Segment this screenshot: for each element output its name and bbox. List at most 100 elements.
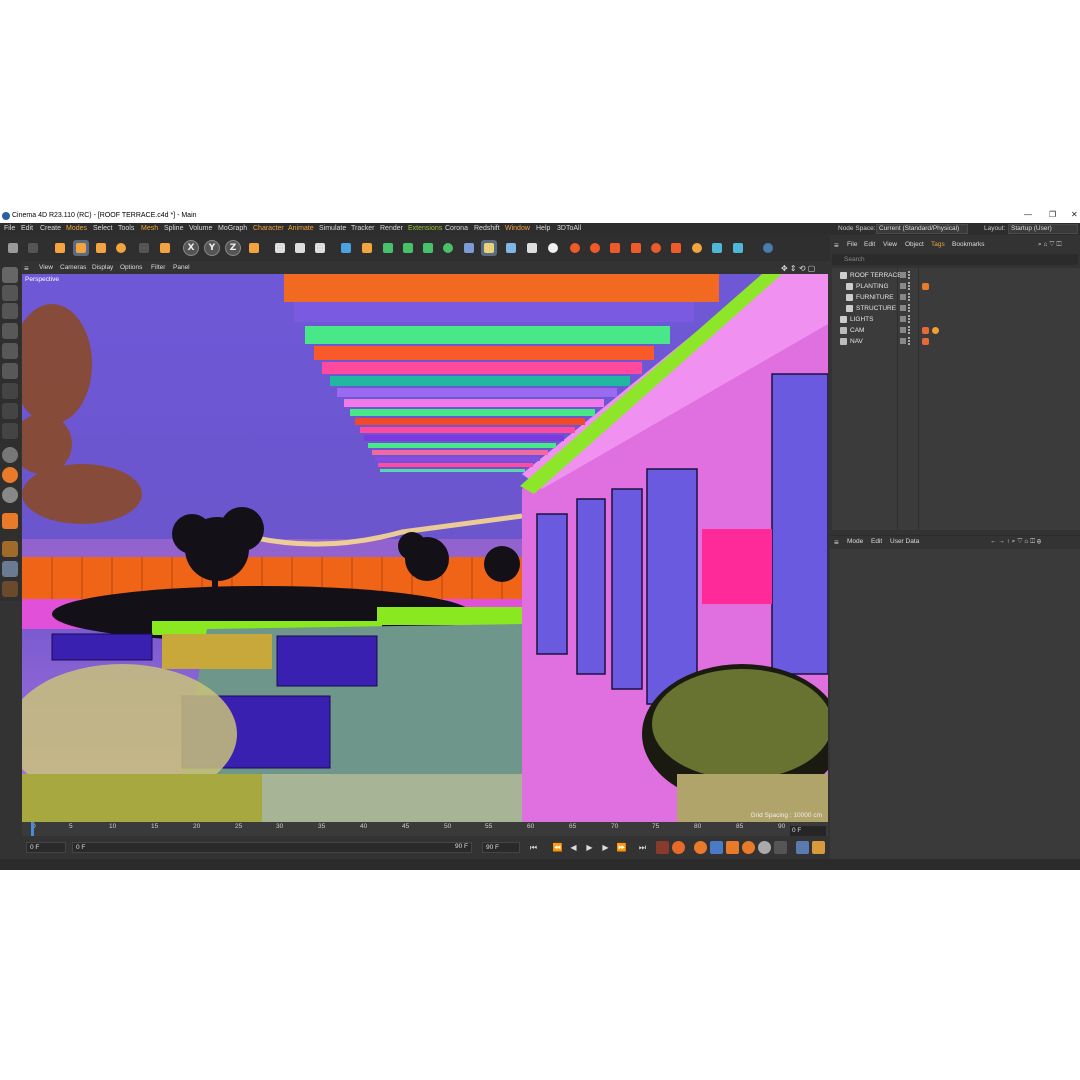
om-menu-edit[interactable]: Edit: [864, 241, 875, 248]
minimize-icon[interactable]: —: [1024, 210, 1032, 219]
render-picture-viewer-icon[interactable]: [292, 240, 308, 256]
corona-light-icon[interactable]: [648, 240, 664, 256]
axis-mode-icon[interactable]: [2, 403, 18, 419]
visibility-icon[interactable]: [900, 272, 906, 278]
timeline-window-icon[interactable]: [796, 841, 809, 854]
render-dots-icon[interactable]: [908, 326, 911, 334]
maximize-icon[interactable]: ❐: [1049, 210, 1056, 219]
object-row-lights[interactable]: LIGHTS: [832, 314, 1080, 325]
menu-tracker[interactable]: Tracker: [351, 225, 374, 232]
om-menu-object[interactable]: Object: [905, 241, 924, 248]
lock-workplane-icon[interactable]: [2, 513, 18, 529]
uv-mode-icon[interactable]: [2, 383, 18, 399]
menu-window[interactable]: Window: [505, 225, 530, 232]
floor-object-icon[interactable]: [481, 240, 497, 256]
attribute-manager-menu-icon[interactable]: ≡: [834, 538, 839, 547]
current-frame-field[interactable]: 0 F: [790, 826, 826, 836]
position-key-icon[interactable]: [710, 841, 723, 854]
render-settings-icon[interactable]: [312, 240, 328, 256]
points-mode-icon[interactable]: [2, 323, 18, 339]
corona-ipr-icon[interactable]: [587, 240, 603, 256]
render-dots-icon[interactable]: [908, 315, 911, 323]
viewport-navigation-icons[interactable]: ✥ ⇕ ⟲ ▢: [781, 264, 815, 273]
close-icon[interactable]: ✕: [1071, 210, 1078, 219]
render-dots-icon[interactable]: [908, 293, 911, 301]
render-dots-icon[interactable]: [908, 337, 911, 345]
record-keys-icon[interactable]: [656, 841, 669, 854]
object-row-furniture[interactable]: FURNITURE: [832, 292, 1080, 303]
attr-nav-icons[interactable]: ← → ↑ ⌕ ▽ ⌂ ◫ ⊕: [990, 538, 1041, 546]
menu-character[interactable]: Character: [253, 225, 284, 232]
menu-animate[interactable]: Animate: [288, 225, 314, 232]
object-row-nav[interactable]: NAV: [832, 336, 1080, 347]
go-to-start-icon[interactable]: ⏮: [528, 842, 539, 853]
snap-icon[interactable]: [2, 447, 18, 463]
move-tool-icon[interactable]: [73, 240, 89, 256]
selection-tool-icon[interactable]: [52, 240, 68, 256]
snap-settings-icon[interactable]: [2, 467, 18, 483]
last-tool-icon[interactable]: [136, 240, 152, 256]
mograph-icon[interactable]: [440, 240, 456, 256]
menu-edit[interactable]: Edit: [21, 225, 33, 232]
menu-volume[interactable]: Volume: [189, 225, 212, 232]
menu-render[interactable]: Render: [380, 225, 403, 232]
menu-corona[interactable]: Corona: [445, 225, 468, 232]
extra-tools-icon[interactable]: [2, 581, 18, 597]
visibility-icon[interactable]: [900, 294, 906, 300]
scale-key-icon[interactable]: [726, 841, 739, 854]
render-view-icon[interactable]: [272, 240, 288, 256]
layout-dropdown[interactable]: Startup (User): [1008, 224, 1078, 234]
menu-file[interactable]: File: [4, 225, 15, 232]
menu-modes[interactable]: Modes: [66, 225, 87, 232]
attr-menu-edit[interactable]: Edit: [871, 538, 882, 545]
corona-camera-icon[interactable]: [628, 240, 644, 256]
camera-tag-icon[interactable]: [922, 327, 929, 334]
y-axis-lock-icon[interactable]: Y: [204, 240, 220, 256]
om-search-icon[interactable]: ⌕ ⌂ ▽ ◫: [1038, 241, 1061, 249]
viewport-menu-icon[interactable]: ≡: [24, 264, 29, 273]
edges-mode-icon[interactable]: [2, 343, 18, 359]
polygons-mode-icon[interactable]: [2, 363, 18, 379]
menu-mesh[interactable]: Mesh: [141, 225, 158, 232]
autokeying-icon[interactable]: [672, 841, 685, 854]
node-space-dropdown[interactable]: Current (Standard/Physical): [876, 224, 968, 234]
point-level-key-icon[interactable]: [774, 841, 787, 854]
timeline-ruler[interactable]: 0 5 10 15 20 25 30 35 40 45 50 55 60 65 …: [22, 822, 828, 836]
om-menu-view[interactable]: View: [883, 241, 897, 248]
preview-range-slider[interactable]: 0 F: [72, 842, 472, 853]
menu-simulate[interactable]: Simulate: [319, 225, 346, 232]
object-row-planting[interactable]: PLANTING: [832, 281, 1080, 292]
menu-3dtoall[interactable]: 3DToAll: [557, 225, 581, 232]
previous-frame-icon[interactable]: ◀: [568, 842, 579, 853]
menu-redshift[interactable]: Redshift: [474, 225, 500, 232]
solo-icon[interactable]: [2, 487, 18, 503]
redo-icon[interactable]: [25, 240, 41, 256]
camera-tag-icon[interactable]: [922, 338, 929, 345]
x-axis-lock-icon[interactable]: X: [183, 240, 199, 256]
attr-menu-mode[interactable]: Mode: [847, 538, 863, 545]
om-menu-file[interactable]: File: [847, 241, 857, 248]
playhead[interactable]: [31, 822, 34, 836]
viewport-menu-cameras[interactable]: Cameras: [60, 264, 86, 271]
object-manager-menu-icon[interactable]: ≡: [834, 241, 839, 250]
attr-menu-user-data[interactable]: User Data: [890, 538, 919, 545]
next-frame-icon[interactable]: ▶: [600, 842, 611, 853]
array-icon[interactable]: [400, 240, 416, 256]
visibility-icon[interactable]: [900, 283, 906, 289]
render-dots-icon[interactable]: [908, 304, 911, 312]
tweak-mode-icon[interactable]: [2, 423, 18, 439]
perspective-viewport[interactable]: Perspective Grid Spacing : 10000 cm: [22, 274, 828, 822]
viewport-menu-display[interactable]: Display: [92, 264, 113, 271]
corona-render-icon[interactable]: [567, 240, 583, 256]
quantize-icon[interactable]: [2, 561, 18, 577]
material-tag-icon[interactable]: [922, 283, 929, 290]
subdivision-icon[interactable]: [380, 240, 396, 256]
cloner-icon[interactable]: [420, 240, 436, 256]
corona-sun-icon[interactable]: [689, 240, 705, 256]
menu-create[interactable]: Create: [40, 225, 61, 232]
menu-mograph[interactable]: MoGraph: [218, 225, 247, 232]
workplane-mode-icon[interactable]: [2, 303, 18, 319]
protection-tag-icon[interactable]: [932, 327, 939, 334]
viewport-menu-options[interactable]: Options: [120, 264, 142, 271]
transform-tool-icon[interactable]: [157, 240, 173, 256]
